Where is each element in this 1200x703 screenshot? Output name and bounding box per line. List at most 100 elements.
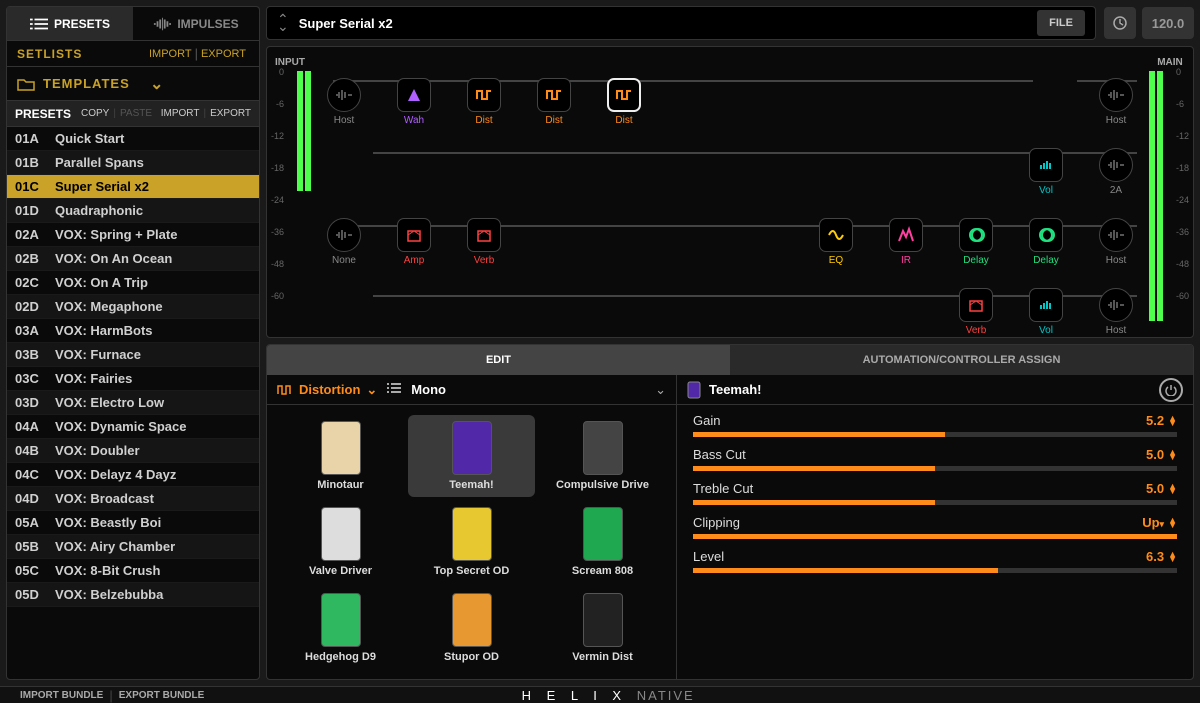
param-slider[interactable] <box>693 500 1177 505</box>
flow-label: Wah <box>404 115 424 126</box>
flow-node[interactable] <box>1099 148 1133 182</box>
preset-item[interactable]: 02CVOX: On A Trip <box>7 271 259 295</box>
flow-node[interactable] <box>607 78 641 112</box>
param-label: Treble Cut <box>693 481 1146 496</box>
flow-node[interactable] <box>1029 218 1063 252</box>
flow-node[interactable] <box>327 218 361 252</box>
tab-edit[interactable]: EDIT <box>267 345 730 375</box>
preset-item[interactable]: 01CSuper Serial x2 <box>7 175 259 199</box>
model-cell[interactable]: Hedgehog D9 <box>277 587 404 669</box>
flow-node[interactable] <box>819 218 853 252</box>
param-value[interactable]: Up▾ <box>1142 515 1164 530</box>
export-bundle[interactable]: EXPORT BUNDLE <box>113 690 211 701</box>
tab-presets[interactable]: PRESETS <box>7 7 133 40</box>
model-cell[interactable]: Top Secret OD <box>408 501 535 583</box>
preset-item[interactable]: 05CVOX: 8-Bit Crush <box>7 559 259 583</box>
preset-item[interactable]: 01DQuadraphonic <box>7 199 259 223</box>
flow-block: 2A <box>1095 148 1137 196</box>
preset-item[interactable]: 02DVOX: Megaphone <box>7 295 259 319</box>
param-slider[interactable] <box>693 432 1177 437</box>
meter-bar <box>305 71 311 191</box>
param-slider[interactable] <box>693 466 1177 471</box>
category-dropdown[interactable]: Distortion ⌄ <box>277 382 377 398</box>
param-slider[interactable] <box>693 534 1177 539</box>
presets-copy[interactable]: COPY <box>81 108 109 119</box>
tab-impulses[interactable]: IMPULSES <box>133 7 259 40</box>
preset-item[interactable]: 04AVOX: Dynamic Space <box>7 415 259 439</box>
topology-dropdown[interactable]: Mono <box>411 382 649 397</box>
preset-item[interactable]: 01BParallel Spans <box>7 151 259 175</box>
preset-item[interactable]: 03BVOX: Furnace <box>7 343 259 367</box>
setlists-import[interactable]: IMPORT <box>146 48 195 60</box>
chevron-down-icon: ⌄ <box>366 382 377 398</box>
flow-node[interactable] <box>1029 148 1063 182</box>
preset-updown-icon[interactable]: ⌃⌄ <box>277 16 289 30</box>
param-value[interactable]: 5.2 <box>1146 413 1164 428</box>
flow-node[interactable] <box>959 218 993 252</box>
tab-automation[interactable]: AUTOMATION/CONTROLLER ASSIGN <box>730 345 1193 375</box>
model-cell[interactable]: Teemah! <box>408 415 535 497</box>
param-spinner[interactable]: ▲▼ <box>1168 450 1177 460</box>
preset-name-box[interactable]: ⌃⌄ Super Serial x2 FILE <box>266 6 1096 40</box>
preset-item[interactable]: 03CVOX: Fairies <box>7 367 259 391</box>
model-cell[interactable]: Scream 808 <box>539 501 666 583</box>
list-icon[interactable] <box>387 382 401 394</box>
model-cell[interactable]: Stupor OD <box>408 587 535 669</box>
flow-node[interactable] <box>467 218 501 252</box>
param-value[interactable]: 6.3 <box>1146 549 1164 564</box>
param-row: Level6.3▲▼ <box>693 549 1177 573</box>
flow-node[interactable] <box>1099 78 1133 112</box>
model-cell[interactable]: Minotaur <box>277 415 404 497</box>
file-button[interactable]: FILE <box>1037 10 1085 36</box>
preset-item[interactable]: 05DVOX: Belzebubba <box>7 583 259 607</box>
flow-node[interactable] <box>537 78 571 112</box>
flow-node[interactable] <box>959 288 993 322</box>
model-cell[interactable]: Vermin Dist <box>539 587 666 669</box>
presets-paste[interactable]: PASTE <box>120 108 152 119</box>
preset-item[interactable]: 01AQuick Start <box>7 127 259 151</box>
import-bundle[interactable]: IMPORT BUNDLE <box>14 690 109 701</box>
preset-item[interactable]: 04DVOX: Broadcast <box>7 487 259 511</box>
param-spinner[interactable]: ▲▼ <box>1168 518 1177 528</box>
flow-block: Verb <box>463 218 505 266</box>
sidebar: PRESETS IMPULSES SETLISTS IMPORT | EXPOR… <box>6 6 260 680</box>
preset-item[interactable]: 03AVOX: HarmBots <box>7 319 259 343</box>
pedal-thumbnail <box>321 421 361 475</box>
model-cell[interactable]: Compulsive Drive <box>539 415 666 497</box>
flow-node[interactable] <box>1029 288 1063 322</box>
tempo-value[interactable]: 120.0 <box>1142 7 1194 39</box>
flow-canvas[interactable]: HostWahDistDistDistHost Vol2A NoneAmpVer… <box>313 47 1147 337</box>
flow-node[interactable] <box>397 78 431 112</box>
preset-slot: 02A <box>15 227 47 242</box>
preset-name: Quick Start <box>55 131 124 146</box>
param-value[interactable]: 5.0 <box>1146 447 1164 462</box>
preset-item[interactable]: 05AVOX: Beastly Boi <box>7 511 259 535</box>
templates-dropdown[interactable]: TEMPLATES ⌄ <box>7 67 259 101</box>
flow-node[interactable] <box>397 218 431 252</box>
preset-item[interactable]: 02AVOX: Spring + Plate <box>7 223 259 247</box>
presets-import[interactable]: IMPORT <box>161 108 200 119</box>
power-button[interactable] <box>1159 378 1183 402</box>
tempo-tap-button[interactable] <box>1104 7 1136 39</box>
preset-item[interactable]: 04CVOX: Delayz 4 Dayz <box>7 463 259 487</box>
preset-item[interactable]: 02BVOX: On An Ocean <box>7 247 259 271</box>
param-spinner[interactable]: ▲▼ <box>1168 552 1177 562</box>
flow-node[interactable] <box>1099 288 1133 322</box>
flow-label: Delay <box>963 255 989 266</box>
param-value[interactable]: 5.0 <box>1146 481 1164 496</box>
model-cell[interactable]: Valve Driver <box>277 501 404 583</box>
preset-item[interactable]: 05BVOX: Airy Chamber <box>7 535 259 559</box>
preset-item[interactable]: 03DVOX: Electro Low <box>7 391 259 415</box>
param-spinner[interactable]: ▲▼ <box>1168 484 1177 494</box>
flow-node[interactable] <box>889 218 923 252</box>
flow-block: Wah <box>393 78 435 126</box>
param-slider[interactable] <box>693 568 1177 573</box>
flow-node[interactable] <box>1099 218 1133 252</box>
presets-export[interactable]: EXPORT <box>210 108 251 119</box>
setlists-export[interactable]: EXPORT <box>198 48 249 60</box>
flow-node[interactable] <box>467 78 501 112</box>
param-spinner[interactable]: ▲▼ <box>1168 416 1177 426</box>
preset-item[interactable]: 04BVOX: Doubler <box>7 439 259 463</box>
templates-label: TEMPLATES <box>43 76 142 91</box>
flow-node[interactable] <box>327 78 361 112</box>
